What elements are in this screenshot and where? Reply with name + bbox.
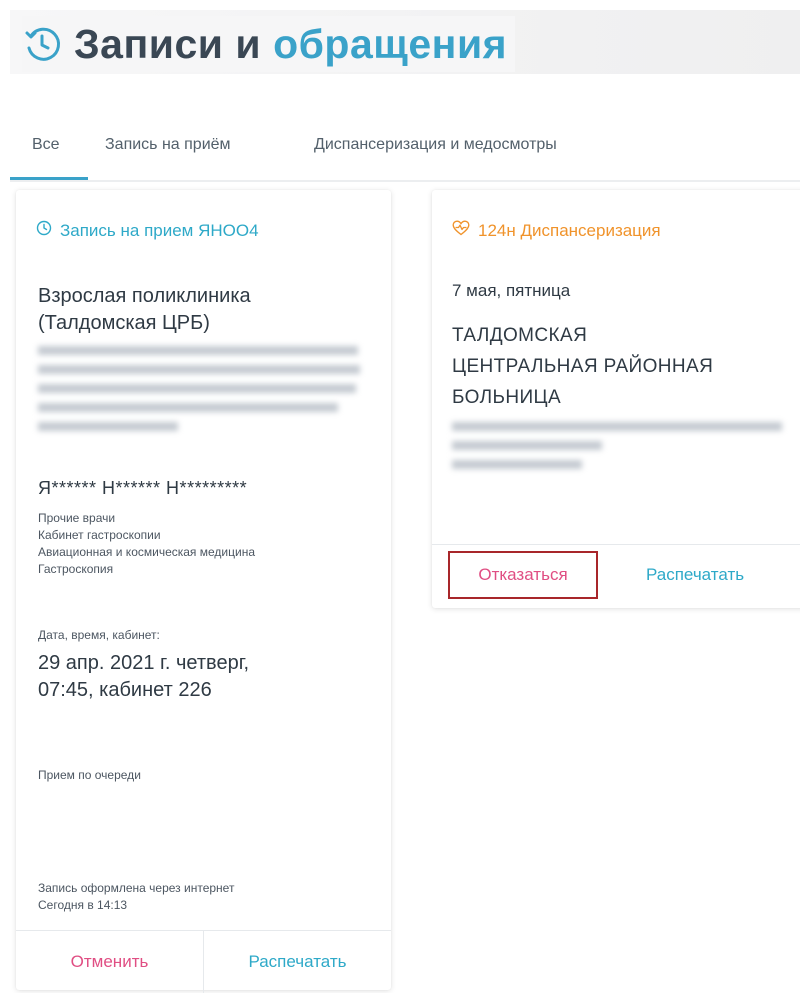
address-redacted — [452, 416, 792, 479]
title-part2: обращения — [273, 20, 508, 67]
hospital-line2: ЦЕНТРАЛЬНАЯ РАЙОННАЯ — [452, 356, 714, 377]
refuse-button[interactable]: Отказаться — [448, 551, 598, 599]
page-title: Записи и обращения — [22, 16, 516, 72]
datetime-value: 29 апр. 2021 г. четверг, 07:45, кабинет … — [38, 650, 249, 704]
queue-note: Прием по очереди — [38, 768, 141, 782]
clock-icon — [36, 220, 52, 241]
clinic-name: Взрослая поликлиника (Талдомская ЦРБ) — [38, 283, 251, 337]
hospital-line3: БОЛЬНИЦА — [452, 387, 562, 408]
created-info: Запись оформлена через интернет Сегодня … — [38, 880, 234, 914]
active-tab-indicator — [10, 177, 88, 180]
appointment-card-actions: Отменить Распечатать — [16, 930, 391, 993]
detail-line: Авиационная и космическая медицина — [38, 545, 256, 559]
dispensary-card-header: 124н Диспансеризация — [452, 220, 661, 241]
hospital-line1: ТАЛДОМСКАЯ — [452, 325, 588, 346]
address-redacted — [38, 340, 368, 441]
datetime-label: Дата, время, кабинет: — [38, 628, 160, 642]
tab-bar: Все Запись на приём Диспансеризация и ме… — [10, 128, 800, 182]
hospital-name: ТАЛДОМСКАЯ ЦЕНТРАЛЬНАЯ РАЙОННАЯ БОЛЬНИЦА — [452, 320, 713, 413]
print-button[interactable]: Распечатать — [204, 931, 391, 993]
detail-line: Прочие врачи — [38, 511, 116, 525]
created-line1: Запись оформлена через интернет — [38, 881, 235, 895]
detail-line: Кабинет гастроскопии — [38, 528, 161, 542]
appointment-card: Запись на прием ЯНОО4 Взрослая поликлини… — [16, 190, 391, 993]
dispensary-date: 7 мая, пятница — [452, 281, 571, 300]
dispensary-type-label: 124н Диспансеризация — [478, 220, 661, 240]
patient-name: Я****** Н****** Н********* — [38, 478, 248, 498]
appointment-card-header: Запись на прием ЯНОО4 — [36, 220, 259, 241]
dispensary-card-actions: Отказаться Распечатать — [432, 544, 800, 609]
clinic-name-line2: (Талдомская ЦРБ) — [38, 312, 210, 334]
datetime-line2: 07:45, кабинет 226 — [38, 679, 212, 701]
title-part1: Записи и — [74, 20, 262, 67]
print-button[interactable]: Распечатать — [646, 551, 744, 599]
created-line2: Сегодня в 14:13 — [38, 898, 128, 912]
datetime-line1: 29 апр. 2021 г. четверг, — [38, 652, 250, 674]
heart-pulse-icon — [452, 220, 470, 241]
history-icon — [22, 24, 62, 64]
detail-line: Гастроскопия — [38, 562, 114, 576]
tab-all[interactable]: Все — [32, 136, 60, 154]
tab-appointments[interactable]: Запись на приём — [105, 136, 231, 154]
appointment-type-label: Запись на прием ЯНОО4 — [60, 220, 259, 240]
cancel-button[interactable]: Отменить — [16, 931, 204, 993]
clinic-name-line1: Взрослая поликлиника — [38, 285, 251, 307]
dispensary-card: 124н Диспансеризация 7 мая, пятница ТАЛД… — [432, 190, 800, 608]
tab-dispensary[interactable]: Диспансеризация и медосмотры — [314, 136, 557, 154]
doctor-details: Прочие врачи Кабинет гастроскопии Авиаци… — [38, 510, 255, 578]
